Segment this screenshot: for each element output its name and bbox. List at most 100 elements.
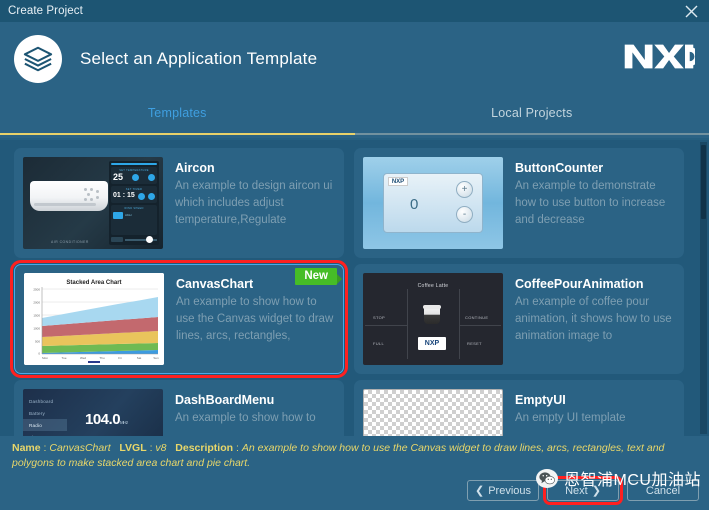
buttoncounter-panel: NXP 0 + - <box>383 173 483 233</box>
aircon-wind-high-label: HIGH <box>125 214 132 217</box>
aircon-timer-box: SET TIMER 01 : 15 <box>111 186 157 203</box>
template-description: An example to show how to <box>175 412 316 424</box>
aircon-temp-down-icon <box>147 173 155 181</box>
dashboard-menu-item[interactable]: Radio <box>23 419 67 431</box>
template-card-coffeepouranimation[interactable]: Coffee Latte STOP FULL CONTINUE RESET NX… <box>354 264 684 374</box>
info-name-value: CanvasChart <box>49 442 111 454</box>
tab-templates-label: Templates <box>147 106 207 120</box>
template-thumbnail: NXP 0 + - <box>363 157 503 249</box>
aircon-wind-box: WIND SPEED HIGH <box>111 205 157 235</box>
template-info: CanvasChart An example to show how to us… <box>176 273 336 365</box>
template-card-emptyui[interactable]: EmptyUI An empty UI template <box>354 380 684 436</box>
nxp-logo-small: NXP <box>388 177 408 186</box>
window-title: Create Project <box>8 5 83 17</box>
template-card-aircon[interactable]: AIR CONDITIONER SET TEMPERATURE 25 SET T… <box>14 148 344 258</box>
nxp-logo-small: NXP <box>418 337 446 350</box>
template-info: ButtonCounter An example to demonstrate … <box>515 157 675 249</box>
nxp-logo <box>623 44 700 75</box>
coffee-stop-button[interactable]: STOP <box>373 315 385 320</box>
page-title: Select an Application Template <box>80 49 318 68</box>
increment-button[interactable]: + <box>456 181 473 198</box>
template-card-canvaschart[interactable]: New Stacked Area Chart 2500 2000 1500 10… <box>10 260 348 378</box>
template-name: CoffeePourAnimation <box>515 277 644 291</box>
info-name-key: Name <box>12 442 41 454</box>
svg-text:1000: 1000 <box>33 327 40 331</box>
info-line-1: Name : CanvasChart LVGL : v8 Description… <box>12 441 697 471</box>
svg-text:Sun: Sun <box>153 356 159 360</box>
chevron-left-icon: ❮ <box>474 485 485 497</box>
aircon-slider[interactable] <box>125 236 157 243</box>
aircon-unit-graphic <box>30 181 108 211</box>
template-card-buttoncounter[interactable]: NXP 0 + - ButtonCounter An example to de… <box>354 148 684 258</box>
info-lvgl-key: LVGL <box>119 442 147 454</box>
next-button[interactable]: Next ❯ <box>543 476 623 505</box>
tab-templates[interactable]: Templates <box>0 96 355 138</box>
svg-text:Sat: Sat <box>137 356 142 360</box>
tab-bar: Templates Local Projects <box>0 96 709 138</box>
template-thumbnail: AIR CONDITIONER SET TEMPERATURE 25 SET T… <box>23 157 163 249</box>
create-project-dialog: Create Project Select an Application Tem… <box>0 0 709 510</box>
cancel-button-label: Cancel <box>645 484 681 497</box>
template-name: DashBoardMenu <box>175 393 275 407</box>
info-lvgl-value: v8 <box>155 442 167 454</box>
template-description: An example to demonstrate how to use but… <box>515 180 666 226</box>
template-thumbnail <box>363 389 503 436</box>
dashboard-menu-item[interactable]: Battery <box>23 407 67 419</box>
aircon-timer-value: 01 : 15 <box>113 192 135 199</box>
coffee-title: Coffee Latte <box>417 283 449 289</box>
scrollbar-thumb[interactable] <box>701 145 706 219</box>
coffee-continue-button[interactable]: CONTINUE <box>465 315 488 320</box>
template-thumbnail: Dashboard Battery Radio Phone 104.0MHz H… <box>23 389 163 436</box>
template-name: ButtonCounter <box>515 161 604 175</box>
tab-local-projects-underline <box>354 133 709 135</box>
aircon-top-bar <box>111 163 157 165</box>
templates-panel: AIR CONDITIONER SET TEMPERATURE 25 SET T… <box>0 140 709 436</box>
template-grid: AIR CONDITIONER SET TEMPERATURE 25 SET T… <box>10 148 686 436</box>
aircon-temp-box: SET TEMPERATURE 25 <box>111 167 157 184</box>
template-description: An example to design aircon ui which inc… <box>175 180 333 226</box>
template-info: EmptyUI An empty UI template <box>515 389 675 436</box>
template-description: An example of coffee pour animation, it … <box>515 296 672 342</box>
stacked-area-chart: Stacked Area Chart 2500 2000 1500 1000 5… <box>24 273 164 365</box>
next-button-label: Next <box>565 484 588 497</box>
new-badge: New <box>295 268 342 285</box>
aircon-wind-label: WIND SPEED <box>124 207 144 210</box>
svg-text:Tue: Tue <box>61 356 66 360</box>
aircon-mode-icon <box>111 237 123 242</box>
tab-local-projects[interactable]: Local Projects <box>354 96 709 138</box>
svg-text:Fri: Fri <box>118 356 122 360</box>
template-info: DashBoardMenu An example to show how to <box>175 389 335 436</box>
dashboard-menu: Dashboard Battery Radio Phone <box>23 395 67 436</box>
aircon-control-panel: SET TEMPERATURE 25 SET TIMER 01 : 15 WIN… <box>109 161 159 245</box>
aircon-temp-value: 25 <box>113 172 124 182</box>
template-card-dashboardmenu[interactable]: Dashboard Battery Radio Phone 104.0MHz H… <box>14 380 344 436</box>
radio-frequency: 104.0MHz <box>85 411 128 428</box>
template-name: EmptyUI <box>515 393 566 407</box>
decrement-button[interactable]: - <box>456 206 473 223</box>
aircon-timer-down-icon <box>147 192 155 200</box>
aircon-timer-up-icon <box>137 192 145 200</box>
templates-scrollbar[interactable] <box>700 142 707 434</box>
svg-text:500: 500 <box>35 340 40 344</box>
template-info: CoffeePourAnimation An example of coffee… <box>515 273 675 365</box>
coffee-full-button[interactable]: FULL <box>373 341 384 346</box>
cancel-button[interactable]: Cancel <box>627 480 699 501</box>
selected-template-info: Name : CanvasChart LVGL : v8 Description… <box>0 436 709 472</box>
previous-button-label: Previous <box>488 484 531 497</box>
dialog-footer: ❮ Previous Next ❯ Cancel <box>0 472 709 510</box>
aircon-caption: AIR CONDITIONER <box>51 240 89 244</box>
template-thumbnail: Coffee Latte STOP FULL CONTINUE RESET NX… <box>363 273 503 365</box>
svg-text:1500: 1500 <box>33 314 40 318</box>
svg-text:Stacked Area Chart: Stacked Area Chart <box>66 280 121 286</box>
previous-button[interactable]: ❮ Previous <box>467 480 539 501</box>
template-description: An empty UI template <box>515 412 626 424</box>
close-icon[interactable] <box>673 0 709 22</box>
coffee-reset-button[interactable]: RESET <box>467 341 482 346</box>
layers-icon <box>14 35 62 83</box>
info-description-key: Description <box>175 442 234 454</box>
svg-text:2000: 2000 <box>33 301 40 305</box>
window-titlebar: Create Project <box>0 0 709 22</box>
dashboard-menu-item[interactable]: Dashboard <box>23 395 67 407</box>
template-name: Aircon <box>175 161 215 175</box>
aircon-wind-mid-icon <box>113 212 123 219</box>
